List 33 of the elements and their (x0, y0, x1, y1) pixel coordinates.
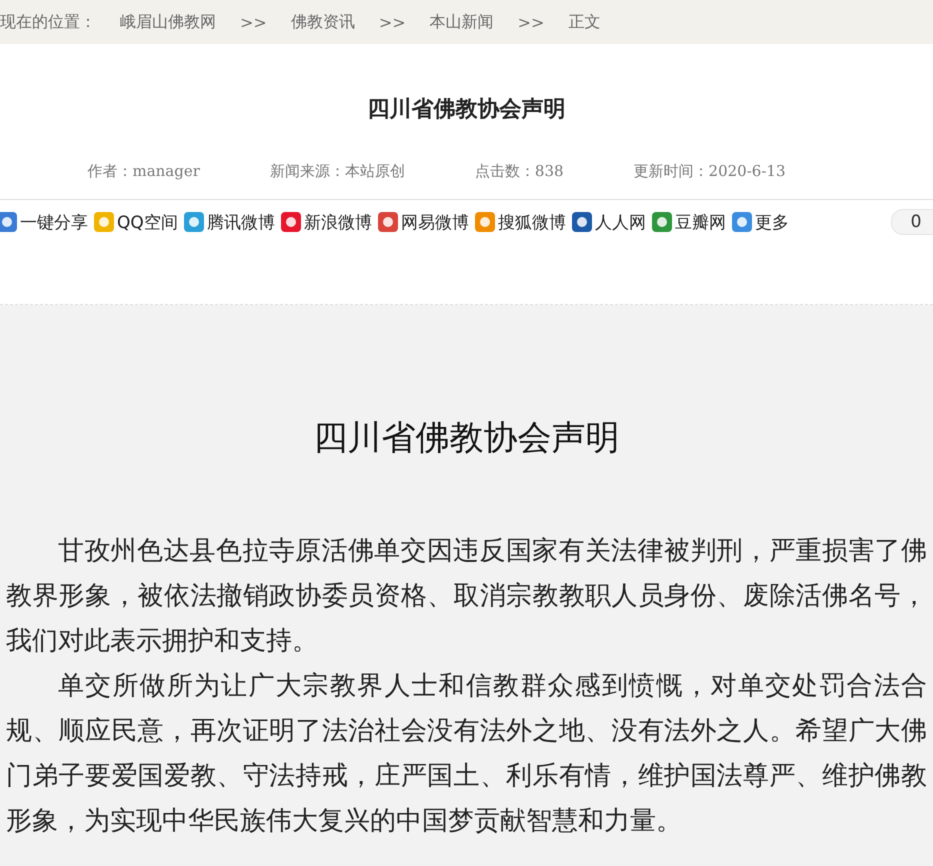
share-link[interactable]: 人人网 (594, 210, 646, 234)
share-link[interactable]: 腾讯微博 (206, 210, 275, 234)
meta-info: 点击数：838 (474, 162, 564, 181)
article-paragraph: 甘孜州色达县色拉寺原活佛单交因违反国家有关法律被判刑，严重损害了佛教界形象，被依法撤销政协委员资格、取消宗教教职人员身份、废除活佛名号，我们对此表示拥护和支持。 (6, 535, 927, 658)
share-link[interactable]: 搜狐微博 (498, 210, 566, 234)
share-icon[interactable] (280, 211, 302, 233)
share-icon[interactable] (182, 211, 205, 233)
share-icon[interactable] (570, 211, 593, 233)
breadcrumb-separator: >> (240, 12, 267, 32)
share-icon[interactable] (730, 211, 753, 233)
news-title: 四川省佛教协会声明 (366, 95, 566, 124)
share-link[interactable]: 新浪微博 (304, 210, 372, 234)
share-link[interactable]: 网易微博 (400, 210, 469, 234)
share-link[interactable]: 更多 (754, 210, 789, 234)
breadcrumb-link[interactable]: 正文 (568, 12, 600, 32)
share-icon[interactable] (650, 211, 673, 233)
share-count: 0 (891, 209, 933, 235)
share-icon[interactable] (0, 211, 18, 233)
article-paragraph: 单交所做所为让广大宗教界人士和信教群众感到愤慨，对单交处罚合法合规、顺应民意，再次证明了法治社会没有法外之地、没有法外之人。希望广大佛门弟子要爱国爱教、守法持戒，庄严国土、利乐有情，维护国法尊严、维护佛教形象，为实现中华民族伟大复兴的中国梦贡献智慧和力量。 (6, 670, 927, 838)
share-icon[interactable] (376, 211, 399, 233)
share-link[interactable]: QQ空间 (117, 210, 178, 234)
breadcrumb-separator: >> (518, 12, 544, 32)
share-link[interactable]: 豆瓣网 (674, 210, 726, 234)
meta-info: 更新时间：2020-6-13 (634, 162, 786, 181)
meta-info: 作者：manager (87, 162, 200, 181)
breadcrumb-link[interactable]: 本山新闻 (430, 12, 494, 32)
breadcrumb-label: 现在的位置： (0, 12, 96, 32)
breadcrumb-link[interactable]: 峨眉山佛教网 (120, 12, 216, 32)
breadcrumb-separator: >> (378, 12, 406, 32)
share-link[interactable]: 一键分享 (20, 210, 88, 234)
breadcrumb-link[interactable]: 佛教资讯 (290, 12, 355, 32)
article-title: 四川省佛教协会声明 (312, 417, 620, 460)
meta-info: 新闻来源：本站原创 (270, 162, 405, 181)
